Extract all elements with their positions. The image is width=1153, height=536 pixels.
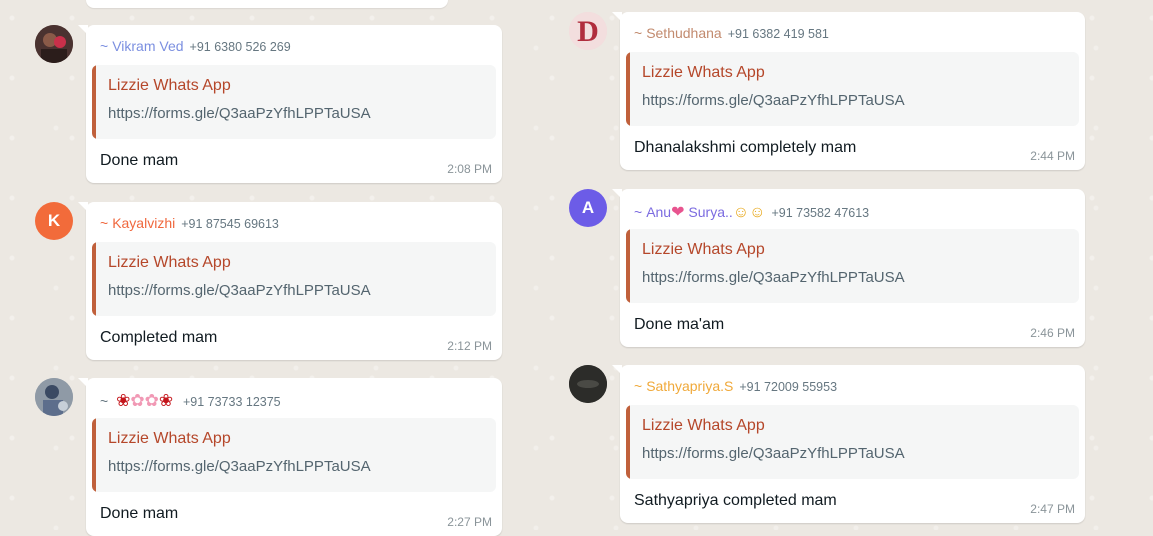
quote-title: Lizzie Whats App [642,417,765,434]
avatar-letter: A [581,198,595,217]
sender-line: ~ Vikram Ved +91 6380 526 269 [100,38,291,54]
sender-tilde: ~ [634,25,643,41]
quote-link: https://forms.gle/Q3aaPzYfhLPPTaUSA [108,105,371,122]
quote-link: https://forms.gle/Q3aaPzYfhLPPTaUSA [642,92,905,109]
message-bubble[interactable]: ~ Sathyapriya.S +91 72009 55953 Lizzie Wha… [612,365,1085,523]
sender-name[interactable]: Kayalvizhi [112,215,175,231]
quote-bar [92,242,96,316]
quote-title: Lizzie Whats App [108,254,231,271]
sender-tilde: ~ [100,215,109,231]
sender-line: ~ Anu❤ Surya..☺☺ +91 73582 47613 [634,202,869,222]
quote-link: https://forms.gle/Q3aaPzYfhLPPTaUSA [642,269,905,286]
avatar[interactable]: K [35,202,73,240]
message-text: Completed mam [100,329,218,346]
message-time: 2:12 PM [447,339,492,353]
message-time: 2:44 PM [1030,149,1075,163]
quoted-message[interactable]: Lizzie Whats App https://forms.gle/Q3aaP… [92,65,496,139]
message-bubble[interactable]: ~ ❀✿✿❀ +91 73733 12375 Lizzie Whats App … [78,378,502,536]
message-text: Done mam [100,152,179,169]
sender-phone: +91 73733 12375 [182,395,281,409]
message-text: Dhanalakshmi completely mam [634,139,857,156]
quote-bar [626,52,630,126]
sender-phone: +91 6382 419 581 [727,27,829,41]
quoted-message[interactable]: Lizzie Whats App https://forms.gle/Q3aaP… [92,418,496,492]
quote-title: Lizzie Whats App [108,77,231,94]
avatar-letter: K [47,211,61,230]
message-time: 2:47 PM [1030,502,1075,516]
smiling-hearts-emoji-icon: ☺ [732,204,750,221]
quote-link: https://forms.gle/Q3aaPzYfhLPPTaUSA [108,458,371,475]
message-text: Done ma'am [634,316,725,333]
message-bubble[interactable]: ~ Vikram Ved +91 6380 526 269 Lizzie Whats… [78,25,502,183]
quoted-message[interactable]: Lizzie Whats App https://forms.gle/Q3aaP… [626,405,1079,479]
message-bubble[interactable]: ~ Anu❤ Surya..☺☺ +91 73582 47613 Lizzie Wh… [612,189,1085,347]
message-bubble[interactable]: ~ Sethudhana +91 6382 419 581 Lizzie Whats… [612,12,1085,170]
sender-name[interactable]: Sethudhana [646,25,722,41]
avatar-photo-icon [569,365,607,403]
sender-line: ~ Sethudhana +91 6382 419 581 [634,25,829,41]
sender-phone: +91 72009 55953 [739,380,838,394]
svg-text:D: D [577,15,599,48]
quote-bar [626,405,630,479]
avatar[interactable] [35,378,73,416]
sender-tilde: ~ [634,378,643,394]
sender-name[interactable]: Sathyapriya.S [646,378,733,394]
quoted-message[interactable]: Lizzie Whats App https://forms.gle/Q3aaP… [626,229,1079,303]
quote-bar [92,65,96,139]
quote-title: Lizzie Whats App [642,64,765,81]
avatar[interactable] [35,25,73,63]
message-time: 2:08 PM [447,162,492,176]
heart-emoji-icon: ❤ [671,204,685,221]
message-time: 2:46 PM [1030,326,1075,340]
quoted-message[interactable]: Lizzie Whats App https://forms.gle/Q3aaP… [92,242,496,316]
avatar-photo-icon [35,25,73,63]
sender-phone: +91 73582 47613 [771,206,870,220]
rose-emoji-icon: ❀ [116,391,131,410]
sender-name-suffix[interactable]: Surya.. [688,204,732,220]
sender-phone: +91 6380 526 269 [189,40,291,54]
sender-tilde: ~ [634,204,643,220]
sender-line: ~ ❀✿✿❀ +91 73733 12375 [100,391,281,411]
quoted-message[interactable]: Lizzie Whats App https://forms.gle/Q3aaP… [626,52,1079,126]
quote-title: Lizzie Whats App [642,241,765,258]
quote-bar [626,229,630,303]
avatar-photo-icon [35,378,73,416]
heart-eyes-emoji-icon: ☺ [749,204,766,221]
sender-tilde: ~ [100,38,109,54]
avatar[interactable] [569,365,607,403]
avatar[interactable]: D [569,12,607,50]
sender-name[interactable]: Vikram Ved [112,38,183,54]
sender-tilde: ~ [100,393,109,409]
quote-title: Lizzie Whats App [108,430,231,447]
lotus-emoji-icon: ✿ [144,391,159,410]
message-text: Sathyapriya completed mam [634,492,837,509]
avatar-photo-icon: D [569,12,607,50]
previous-message-bubble[interactable] [86,0,448,8]
message-bubble[interactable]: ~ Kayalvizhi +91 87545 69613 Lizzie Whats … [78,202,502,360]
sender-phone: +91 87545 69613 [181,217,279,231]
quote-link: https://forms.gle/Q3aaPzYfhLPPTaUSA [642,445,905,462]
sender-line: ~ Sathyapriya.S +91 72009 55953 [634,378,837,394]
sender-name[interactable]: Anu [646,204,671,220]
sender-line: ~ Kayalvizhi +91 87545 69613 [100,215,279,231]
quote-bar [92,418,96,492]
quote-link: https://forms.gle/Q3aaPzYfhLPPTaUSA [108,282,371,299]
lotus-emoji-icon: ✿ [130,391,145,410]
rose-emoji-icon: ❀ [158,391,174,410]
avatar[interactable]: A [569,189,607,227]
message-text: Done mam [100,505,179,522]
message-time: 2:27 PM [447,515,492,529]
